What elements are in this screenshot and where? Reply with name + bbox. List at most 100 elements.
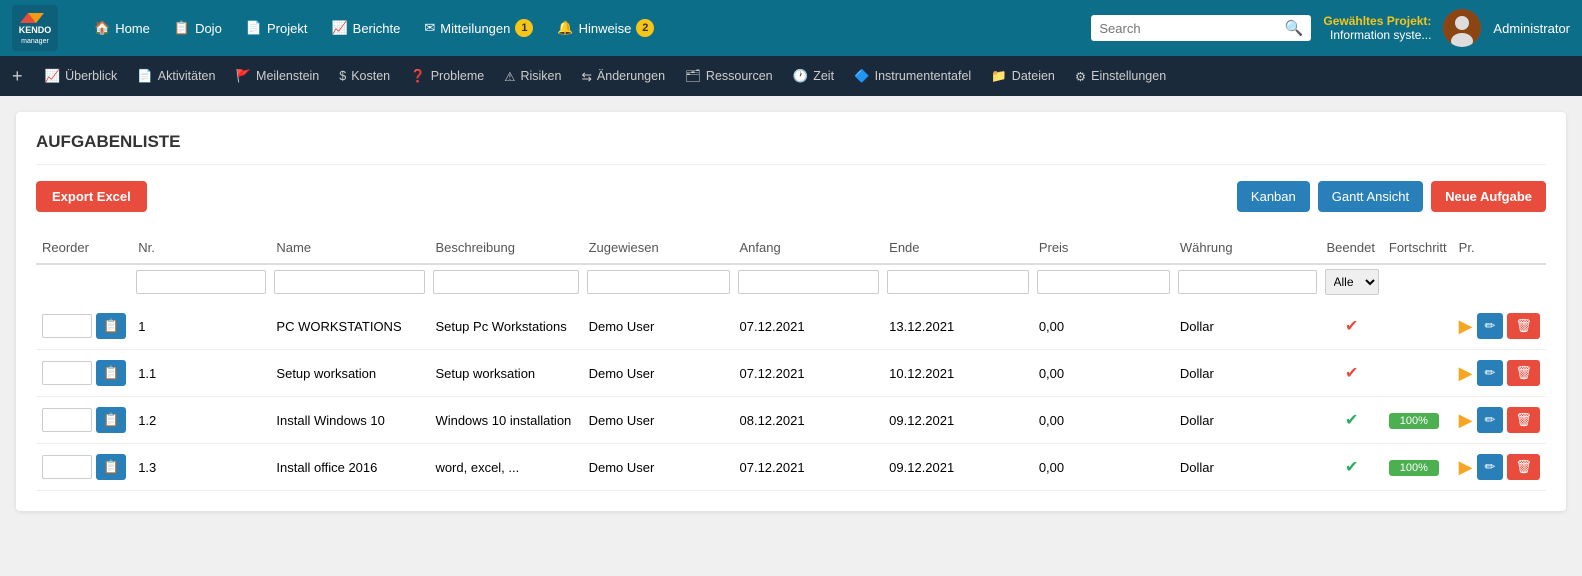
export-excel-button[interactable]: Export Excel — [36, 181, 147, 212]
table-header-row: Reorder Nr. Name Beschreibung Zugewiesen… — [36, 232, 1546, 264]
filter-nr — [132, 264, 270, 303]
nav-mitteilungen[interactable]: ✉ Mitteilungen 1 — [414, 13, 543, 43]
edit-button[interactable]: ✏ — [1477, 407, 1504, 433]
svg-text:KENDO: KENDO — [19, 25, 52, 35]
sub-navigation: + 📈 Überblick 📄 Aktivitäten 🚩 Meilenstei… — [0, 56, 1582, 96]
add-button[interactable]: + — [8, 62, 27, 91]
filter-pr — [1453, 264, 1546, 303]
filter-name-input[interactable] — [274, 270, 425, 294]
cell-actions: ▶ ✏ 🗑 — [1453, 350, 1546, 397]
cell-fortschritt: 100% — [1383, 397, 1453, 444]
logo-icon: KENDO manager — [12, 5, 58, 51]
filter-beschreibung-input[interactable] — [433, 270, 578, 294]
reorder-input[interactable] — [42, 361, 92, 385]
copy-button[interactable]: 📋 — [96, 313, 126, 339]
table-row: 📋 1.3 Install office 2016 word, excel, .… — [36, 444, 1546, 491]
progress-bar: 100% — [1389, 460, 1439, 476]
cell-beendet: ✔ — [1321, 444, 1383, 491]
filter-nr-input[interactable] — [136, 270, 266, 294]
subnav-probleme[interactable]: ❓ Probleme — [400, 65, 494, 88]
neue-aufgabe-button[interactable]: Neue Aufgabe — [1431, 181, 1546, 212]
edit-button[interactable]: ✏ — [1477, 313, 1504, 339]
cell-preis: 0,00 — [1033, 303, 1174, 350]
progress-bar: 100% — [1389, 413, 1439, 429]
delete-button[interactable]: 🗑 — [1507, 407, 1540, 433]
filter-waehrung-input[interactable] — [1178, 270, 1317, 294]
col-waehrung: Währung — [1174, 232, 1321, 264]
projekt-icon: 📄 — [246, 20, 262, 36]
cell-beschreibung: Windows 10 installation — [429, 397, 582, 444]
filter-ende-input[interactable] — [887, 270, 1029, 294]
subnav-zeit[interactable]: 🕐 Zeit — [783, 65, 844, 88]
logo-area[interactable]: KENDO manager — [12, 5, 64, 51]
reorder-input[interactable] — [42, 408, 92, 432]
cell-beendet: ✔ — [1321, 303, 1383, 350]
filter-beendet: Alle Ja Nein — [1321, 264, 1383, 303]
subnav-meilenstein[interactable]: 🚩 Meilenstein — [225, 65, 329, 88]
reorder-input[interactable] — [42, 314, 92, 338]
nav-berichte[interactable]: 📈 Berichte — [321, 14, 410, 42]
cell-zugewiesen: Demo User — [583, 350, 734, 397]
kanban-button[interactable]: Kanban — [1237, 181, 1310, 212]
search-input[interactable] — [1099, 21, 1284, 36]
mitteilungen-icon: ✉ — [424, 20, 435, 36]
arrow-button[interactable]: ▶ — [1459, 316, 1473, 337]
nav-projekt[interactable]: 📄 Projekt — [236, 14, 318, 42]
nav-dojo[interactable]: 📋 Dojo — [164, 14, 232, 42]
arrow-button[interactable]: ▶ — [1459, 457, 1473, 478]
col-beendet: Beendet — [1321, 232, 1383, 264]
reorder-input[interactable] — [42, 455, 92, 479]
subnav-dateien[interactable]: 📁 Dateien — [981, 65, 1065, 88]
arrow-button[interactable]: ▶ — [1459, 363, 1473, 384]
subnav-einstellungen[interactable]: ⚙ Einstellungen — [1065, 65, 1176, 88]
col-pr: Pr. — [1453, 232, 1546, 264]
edit-button[interactable]: ✏ — [1477, 360, 1504, 386]
filter-zugewiesen-input[interactable] — [587, 270, 730, 294]
task-list-card: AUFGABENLISTE Export Excel Kanban Gantt … — [16, 112, 1566, 511]
cell-beschreibung: word, excel, ... — [429, 444, 582, 491]
subnav-kosten[interactable]: $ Kosten — [329, 65, 400, 87]
filter-anfang-input[interactable] — [738, 270, 880, 294]
cell-nr: 1.2 — [132, 397, 270, 444]
cell-waehrung: Dollar — [1174, 397, 1321, 444]
cell-beschreibung: Setup worksation — [429, 350, 582, 397]
subnav-ressourcen[interactable]: 🗂 Ressourcen — [675, 65, 783, 88]
subnav-instrumententafel[interactable]: 🔷 Instrumententafel — [844, 65, 981, 88]
subnav-uberblick[interactable]: 📈 Überblick — [35, 65, 128, 88]
copy-button[interactable]: 📋 — [96, 407, 126, 433]
cell-fortschritt: 100% — [1383, 444, 1453, 491]
project-label: Gewähltes Projekt: — [1323, 14, 1431, 28]
admin-area[interactable]: Administrator — [1443, 9, 1570, 47]
subnav-risiken[interactable]: ⚠ Risiken — [494, 65, 571, 88]
table-row: 📋 1 PC WORKSTATIONS Setup Pc Workstation… — [36, 303, 1546, 350]
beendet-checkbox: ✔ — [1345, 365, 1358, 382]
search-button[interactable]: 🔍 — [1285, 19, 1304, 37]
page-title: AUFGABENLISTE — [36, 132, 1546, 165]
delete-button[interactable]: 🗑 — [1507, 454, 1540, 480]
delete-button[interactable]: 🗑 — [1507, 313, 1540, 339]
cell-fortschritt — [1383, 350, 1453, 397]
cell-nr: 1.3 — [132, 444, 270, 491]
hinweise-icon: 🔔 — [557, 20, 573, 36]
nav-hinweise[interactable]: 🔔 Hinweise 2 — [547, 13, 664, 43]
filter-beendet-select[interactable]: Alle Ja Nein — [1325, 269, 1379, 295]
cell-waehrung: Dollar — [1174, 444, 1321, 491]
filter-name — [270, 264, 429, 303]
col-beschreibung: Beschreibung — [429, 232, 582, 264]
edit-button[interactable]: ✏ — [1477, 454, 1504, 480]
task-rows: 📋 1 PC WORKSTATIONS Setup Pc Workstation… — [36, 303, 1546, 491]
gantt-button[interactable]: Gantt Ansicht — [1318, 181, 1423, 212]
beendet-checkbox: ✔ — [1345, 318, 1358, 335]
arrow-button[interactable]: ▶ — [1459, 410, 1473, 431]
copy-button[interactable]: 📋 — [96, 360, 126, 386]
subnav-anderungen[interactable]: ⇆ Änderungen — [571, 65, 675, 88]
nav-home[interactable]: 🏠 Home — [84, 14, 160, 42]
avatar — [1443, 9, 1481, 47]
subnav-aktivitaten[interactable]: 📄 Aktivitäten — [127, 65, 225, 88]
cell-ende: 09.12.2021 — [883, 444, 1033, 491]
copy-button[interactable]: 📋 — [96, 454, 126, 480]
filter-preis-input[interactable] — [1037, 270, 1170, 294]
cell-anfang: 07.12.2021 — [734, 303, 884, 350]
cell-anfang: 07.12.2021 — [734, 444, 884, 491]
delete-button[interactable]: 🗑 — [1507, 360, 1540, 386]
